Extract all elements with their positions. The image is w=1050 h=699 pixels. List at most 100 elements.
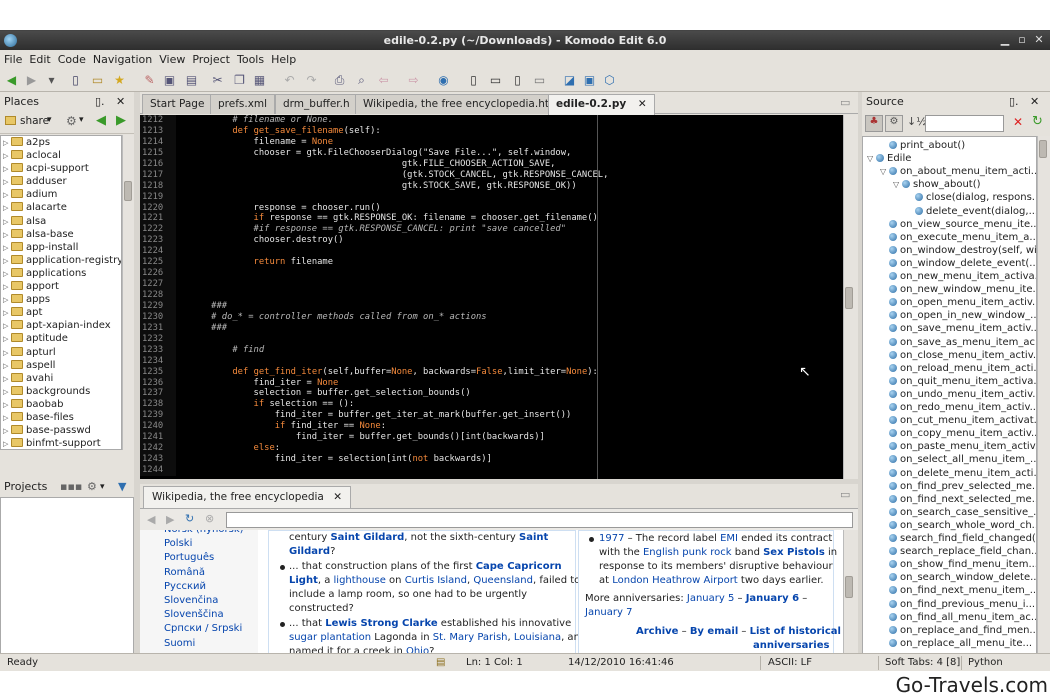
source-node[interactable]: on_paste_menu_item_activ...	[880, 440, 1036, 453]
folder-item-binfmt-support[interactable]: ▷ binfmt-support	[1, 437, 121, 449]
back-icon[interactable]: ◀	[4, 73, 19, 88]
find-icon[interactable]: ⌕	[354, 73, 369, 88]
gear-icon[interactable]: ⚙	[87, 477, 97, 497]
language-link[interactable]: Português	[164, 552, 214, 563]
expand-triangle-icon[interactable]: ▷	[3, 373, 11, 386]
source-node[interactable]: on_search_case_sensitive_...	[880, 506, 1036, 519]
expand-triangle-icon[interactable]: ▷	[3, 216, 11, 229]
language-link[interactable]: Norsk (nynorsk)	[164, 530, 244, 535]
anniversaries-link[interactable]: anniversaries	[753, 639, 829, 653]
folder-item-a2ps[interactable]: ▷ a2ps	[1, 136, 121, 149]
source-node[interactable]: on_copy_menu_item_activ...	[880, 427, 1036, 440]
folder-item-avahi[interactable]: ▷ avahi	[1, 372, 121, 385]
paste-icon[interactable]: ▦	[252, 73, 267, 88]
folder-item-aspell[interactable]: ▷ aspell	[1, 359, 121, 372]
chevron-down-icon[interactable]: ▾	[79, 115, 84, 125]
places-scrollbar[interactable]	[122, 135, 134, 450]
folder-item-apturl[interactable]: ▷ apturl	[1, 346, 121, 359]
source-node[interactable]: ▽ show_about()	[893, 178, 981, 191]
menu-code[interactable]: Code	[55, 50, 89, 70]
folder-item-backgrounds[interactable]: ▷ backgrounds	[1, 385, 121, 398]
gear-icon[interactable]: ⚙	[66, 114, 77, 128]
close-window-icon[interactable]: ✕	[1032, 33, 1046, 47]
back-icon[interactable]: ◀	[147, 513, 155, 526]
source-node[interactable]: on_close_menu_item_activ...	[880, 349, 1036, 362]
nav-forward-icon[interactable]: ⇨	[406, 73, 421, 88]
expand-triangle-icon[interactable]: ▷	[3, 176, 11, 189]
language-link[interactable]: Slovenščina	[164, 609, 224, 620]
panel-left-icon[interactable]: ▯	[466, 73, 481, 88]
folder-item-apt-xapian-index[interactable]: ▷ apt-xapian-index	[1, 319, 121, 332]
source-node[interactable]: on_find_all_menu_item_ac...	[880, 611, 1036, 624]
expand-triangle-icon[interactable]: ▷	[3, 189, 11, 202]
close-tab-icon[interactable]: ✕	[333, 491, 342, 503]
source-node[interactable]: on_delete_menu_item_acti...	[880, 467, 1036, 480]
expand-triangle-icon[interactable]: ▷	[3, 150, 11, 163]
expand-triangle-icon[interactable]: ▷	[3, 360, 11, 373]
editor-tab[interactable]: edile-0.2.py ✕	[548, 94, 655, 115]
folder-item-applications[interactable]: ▷ applications	[1, 267, 121, 280]
expand-triangle-icon[interactable]: ▷	[3, 347, 11, 360]
source-node[interactable]: on_find_previous_menu_i...	[880, 598, 1035, 611]
nav-back-icon[interactable]: ⇦	[376, 73, 391, 88]
expand-triangle-icon[interactable]: ▷	[3, 438, 11, 449]
folder-item-apps[interactable]: ▷ apps	[1, 293, 121, 306]
history-dropdown-icon[interactable]: ▾	[44, 73, 59, 88]
print-icon[interactable]: ⎙	[332, 73, 347, 88]
source-node[interactable]: on_save_menu_item_activ...	[880, 322, 1036, 335]
folder-item-base-passwd[interactable]: ▷ base-passwd	[1, 424, 121, 437]
new-file-icon[interactable]: ▯	[68, 73, 83, 88]
source-node[interactable]: on_find_next_menu_item_...	[880, 584, 1036, 597]
source-node[interactable]: on_replace_and_find_men...	[880, 624, 1036, 637]
editor-tab[interactable]: Start Page	[142, 94, 213, 114]
refresh-icon[interactable]: ↻	[1032, 114, 1043, 129]
source-node[interactable]: on_quit_menu_item_activa...	[880, 375, 1036, 388]
save-all-icon[interactable]: ▤	[184, 73, 199, 88]
source-node[interactable]: close(dialog, respons...	[906, 191, 1036, 204]
source-node[interactable]: on_show_find_menu_item...	[880, 558, 1036, 571]
menu-help[interactable]: Help	[268, 50, 299, 70]
expand-triangle-icon[interactable]: ▷	[3, 294, 11, 307]
folder-item-aptitude[interactable]: ▷ aptitude	[1, 332, 121, 345]
stop-icon[interactable]: ⊗	[205, 512, 214, 525]
expand-triangle-icon[interactable]: ▷	[3, 255, 11, 268]
expand-triangle-icon[interactable]: ▽	[880, 165, 889, 178]
forward-arrow-icon[interactable]: ▶	[116, 113, 126, 128]
expand-triangle-icon[interactable]: ▷	[3, 412, 11, 425]
source-node[interactable]: on_undo_menu_item_activ...	[880, 388, 1036, 401]
panel-right-icon[interactable]: ▯	[510, 73, 525, 88]
forward-icon[interactable]: ▶	[24, 73, 39, 88]
language-link[interactable]: Polski	[164, 538, 192, 549]
editor-scrollbar[interactable]	[843, 115, 858, 479]
expand-triangle-icon[interactable]: ▷	[3, 333, 11, 346]
pane-options-icon[interactable]: ▯.	[1009, 92, 1019, 112]
expand-triangle-icon[interactable]: ▽	[867, 152, 876, 165]
expand-triangle-icon[interactable]: ▷	[3, 320, 11, 333]
folder-item-alsa[interactable]: ▷ alsa	[1, 215, 121, 228]
source-scrollbar[interactable]	[1037, 136, 1050, 661]
source-node[interactable]: on_redo_menu_item_activ...	[880, 401, 1036, 414]
source-node[interactable]: on_find_next_selected_me...	[880, 493, 1036, 506]
panel-bottom-icon[interactable]: ▭	[488, 73, 503, 88]
sort-by-type-icon[interactable]: ♣	[865, 115, 883, 132]
folder-item-adduser[interactable]: ▷ adduser	[1, 175, 121, 188]
language-link[interactable]: Suomi	[164, 638, 195, 649]
source-node[interactable]: on_save_as_menu_item_ac...	[880, 336, 1036, 349]
source-node[interactable]: on_new_menu_item_activa...	[880, 270, 1036, 283]
menu-edit[interactable]: Edit	[26, 50, 53, 70]
komodo-icon[interactable]: ⬡	[602, 73, 617, 88]
folder-item-apport[interactable]: ▷ apport	[1, 280, 121, 293]
tab-wikipedia-browser[interactable]: Wikipedia, the free encyclopedia ✕	[143, 486, 352, 508]
dots-icon[interactable]: ▪▪▪	[60, 477, 82, 497]
ftp-icon[interactable]: ◪	[562, 73, 577, 88]
pane-options-icon[interactable]: ▯.	[95, 92, 105, 112]
source-node[interactable]: on_open_menu_item_activ...	[880, 296, 1036, 309]
url-input[interactable]	[226, 512, 853, 528]
source-node[interactable]: on_window_delete_event(...	[880, 257, 1036, 270]
folder-item-base-files[interactable]: ▷ base-files	[1, 411, 121, 424]
source-node[interactable]: search_find_field_changed(...	[880, 532, 1036, 545]
source-filter-input[interactable]	[925, 115, 1004, 132]
language-link[interactable]: Српски / Srpski	[164, 623, 242, 634]
expand-triangle-icon[interactable]: ▷	[3, 163, 11, 176]
source-node[interactable]: on_execute_menu_item_a...	[880, 231, 1036, 244]
